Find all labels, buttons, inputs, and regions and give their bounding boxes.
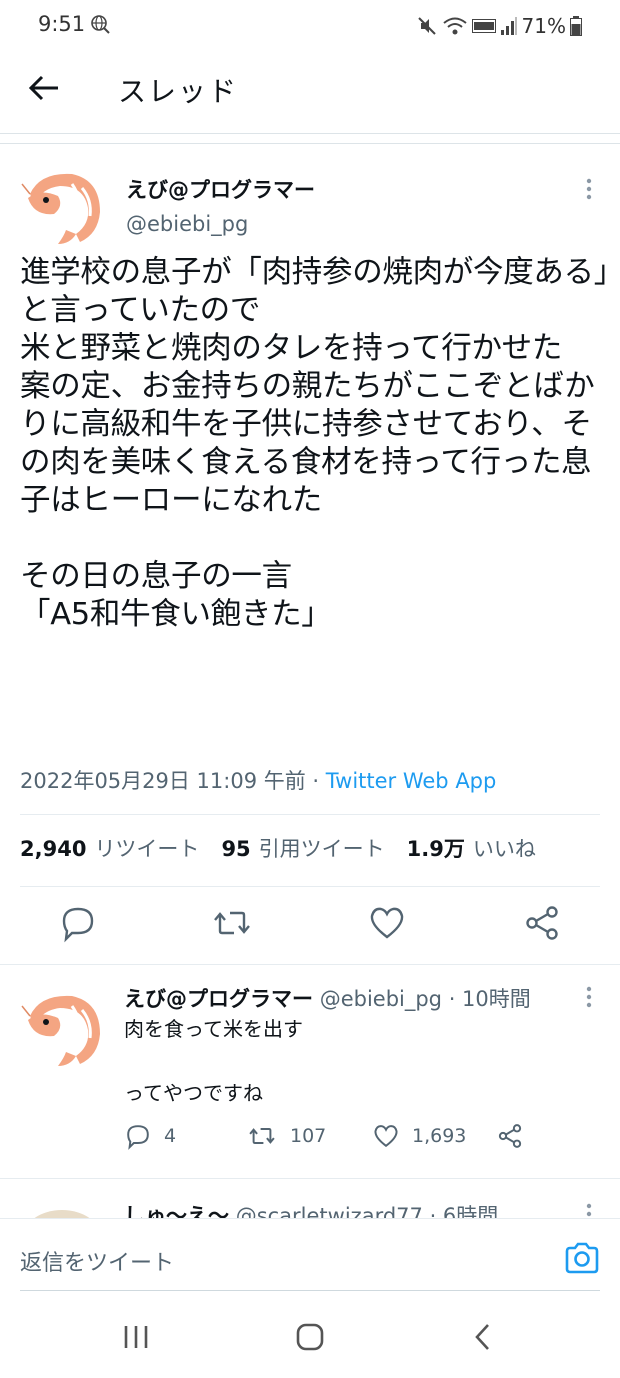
reply-like-button[interactable]: 1,693 [372, 1122, 466, 1150]
reply-author-handle[interactable]: @ebiebi_pg [320, 987, 442, 1011]
next-reply-author-line[interactable]: しゅ〜え〜 @scarletwizard77 · 6時間 [124, 1200, 498, 1218]
tweet-stats: 2,940 リツイート 95 引用ツイート 1.9万 いいね [20, 833, 558, 863]
page-title: スレッド [118, 75, 239, 108]
like-heart-icon[interactable] [367, 903, 407, 943]
reply-avatar-shrimp[interactable] [20, 986, 104, 1070]
mute-icon [417, 17, 436, 35]
thread-header: スレッド [0, 52, 620, 124]
next-reply-author-name[interactable]: しゅ〜え〜 [124, 1204, 229, 1218]
next-reply-author-handle[interactable]: @scarletwizard77 [236, 1204, 423, 1218]
divider [20, 814, 600, 815]
reply-like-count: 1,693 [412, 1125, 467, 1147]
avatar-shrimp[interactable] [20, 164, 104, 248]
reply-compose-input[interactable]: 返信をツイート [20, 1245, 174, 1277]
reply-author-line[interactable]: えび@プログラマー @ebiebi_pg · 10時間 [124, 983, 531, 1013]
divider [20, 886, 600, 887]
search-globe-icon [91, 15, 110, 34]
tweet-timestamp[interactable]: 2022年05月29日 11:09 午前 · [20, 769, 326, 793]
tweet-action-bar [0, 903, 620, 947]
retweet-count[interactable]: 2,940 リツイート [20, 833, 199, 863]
share-icon [498, 1124, 522, 1148]
tweet-text: 進学校の息子が「肉持参の焼肉が今度ある」と言っていたので 米と野菜と焼肉のタレを… [20, 255, 609, 632]
next-reply-time: · 6時間 [422, 1204, 499, 1218]
next-reply-more-options-icon[interactable] [584, 1202, 594, 1218]
status-time: 9:51 [38, 12, 86, 36]
tweet-source-app[interactable]: Twitter Web App [326, 769, 497, 793]
system-nav-bar [0, 1296, 620, 1378]
author-name[interactable]: えび@プログラマー [126, 174, 315, 204]
reply-share-button[interactable] [496, 1122, 524, 1150]
wifi-icon [442, 17, 467, 35]
status-icons: 71% [416, 12, 582, 40]
divider [20, 1290, 600, 1291]
reply-reply-count: 4 [164, 1125, 177, 1147]
reply-reply-button[interactable]: 4 [124, 1122, 176, 1150]
reply-compose-bar[interactable]: 返信をツイート [0, 1218, 620, 1294]
share-icon[interactable] [522, 903, 562, 943]
tweet-meta: 2022年05月29日 11:09 午前 · Twitter Web App [20, 765, 496, 795]
home-icon[interactable] [292, 1322, 328, 1352]
divider [0, 1178, 620, 1179]
battery-icon [570, 16, 582, 36]
status-bar: 9:51 71% [0, 0, 620, 52]
volte-icon [471, 19, 496, 33]
quote-count[interactable]: 95 引用ツイート [221, 833, 384, 863]
divider [0, 133, 620, 134]
signal-icon [500, 17, 517, 35]
recent-apps-icon[interactable] [118, 1322, 154, 1352]
back-nav-icon[interactable] [466, 1322, 502, 1352]
retweet-icon[interactable] [212, 903, 252, 943]
reply-author-name[interactable]: えび@プログラマー [124, 987, 313, 1011]
retweet-icon [249, 1128, 275, 1144]
divider [0, 143, 620, 144]
back-arrow-icon[interactable] [26, 70, 62, 106]
like-heart-icon [374, 1125, 398, 1148]
more-options-icon[interactable] [584, 177, 594, 201]
battery-percent: 71% [521, 14, 566, 38]
camera-icon[interactable] [564, 1241, 600, 1275]
reply-action-bar: 4 107 1,693 [124, 1122, 584, 1154]
reply-retweet-button[interactable]: 107 [246, 1122, 326, 1150]
reply-time: · 10時間 [442, 987, 531, 1011]
reply-icon[interactable] [58, 903, 98, 943]
next-reply-avatar[interactable] [22, 1206, 102, 1218]
reply-icon [127, 1125, 149, 1150]
reply-more-options-icon[interactable] [584, 985, 594, 1009]
like-count[interactable]: 1.9万 いいね [407, 833, 536, 863]
divider [0, 964, 620, 965]
next-reply-partial[interactable]: しゅ〜え〜 @scarletwizard77 · 6時間 [0, 1200, 620, 1218]
author-handle[interactable]: @ebiebi_pg [126, 212, 248, 236]
reply-text: 肉を食って米を出す ってやつですね [124, 1017, 303, 1105]
reply-retweet-count: 107 [290, 1125, 327, 1147]
